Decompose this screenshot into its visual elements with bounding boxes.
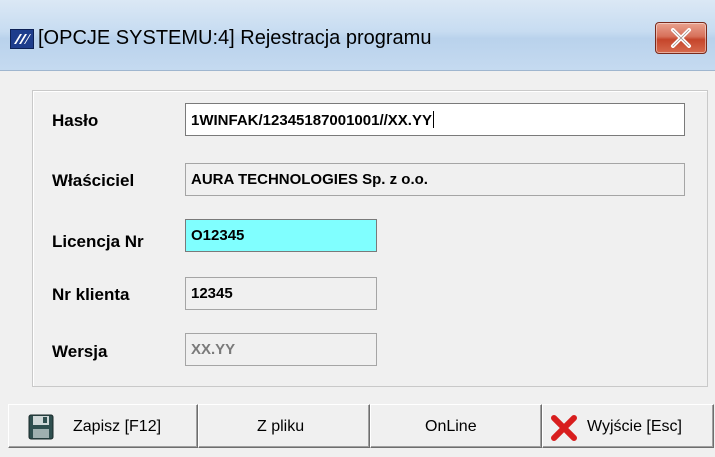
text-caret [432,111,434,128]
online-button[interactable]: OnLine [370,404,542,448]
licencja-label: Licencja Nr [52,232,144,251]
wlasciciel-field: AURA TECHNOLOGIES Sp. z o.o. [185,163,685,196]
zapisz-button[interactable]: Zapisz [F12] [8,404,198,448]
wersja-field: XX.YY [185,333,377,366]
nr-klienta-label: Nr klienta [52,285,130,304]
floppy-disk-icon [28,414,54,440]
zapisz-label: Zapisz [F12] [73,418,162,435]
red-x-icon [551,415,577,441]
wersja-label: Wersja [52,342,108,361]
close-icon [671,28,691,48]
window-title: [OPCJE SYSTEMU:4] Rejestracja programu [38,27,432,49]
title-bar[interactable]: [OPCJE SYSTEMU:4] Rejestracja programu [0,0,715,71]
licencja-input[interactable]: O12345 [185,219,377,252]
haslo-value: 1WINFAK/12345187001001//XX.YY [191,112,432,129]
haslo-label: Hasło [52,111,99,130]
close-button[interactable] [655,22,707,54]
nr-klienta-field: 12345 [185,277,377,310]
wyjscie-label: Wyjście [Esc] [587,418,682,435]
haslo-input[interactable]: 1WINFAK/12345187001001//XX.YY [185,103,685,136]
z-pliku-label: Z pliku [257,418,305,435]
registration-window: [OPCJE SYSTEMU:4] Rejestracja programu H… [0,0,715,457]
winfak-logo-icon [10,29,34,49]
online-label: OnLine [425,418,477,435]
wyjscie-button[interactable]: Wyjście [Esc] [542,404,714,448]
z-pliku-button[interactable]: Z pliku [198,404,370,448]
wlasciciel-label: Właściciel [52,171,135,190]
